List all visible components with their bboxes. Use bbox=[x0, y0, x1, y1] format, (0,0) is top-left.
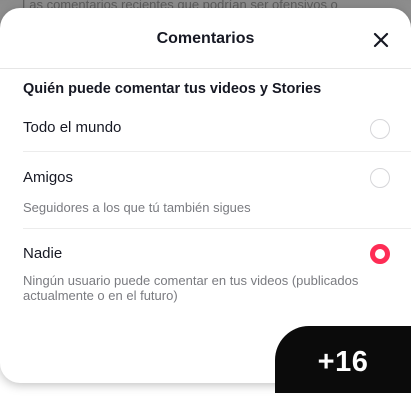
option-label: Amigos bbox=[23, 169, 74, 186]
sheet-header: Comentarios bbox=[0, 8, 411, 69]
radio-button[interactable] bbox=[370, 119, 390, 139]
option-nobody[interactable]: Nadie Ningún usuario puede comentar en t… bbox=[23, 242, 393, 312]
option-label: Nadie bbox=[23, 245, 63, 262]
option-friends[interactable]: Amigos Seguidores a los que tú también s… bbox=[23, 166, 393, 222]
sheet-title: Comentarios bbox=[156, 30, 255, 47]
section-heading: Quién puede comentar tus videos y Storie… bbox=[23, 81, 322, 97]
close-button[interactable] bbox=[369, 28, 393, 52]
option-everyone[interactable]: Todo el mundo bbox=[23, 116, 393, 150]
option-description: Ningún usuario puede comentar en tus vid… bbox=[23, 273, 359, 303]
option-description: Seguidores a los que tú también sigues bbox=[23, 200, 251, 215]
close-icon bbox=[373, 32, 389, 48]
divider bbox=[23, 228, 411, 229]
divider bbox=[23, 151, 411, 152]
radio-button[interactable] bbox=[370, 168, 390, 188]
radio-button-selected[interactable] bbox=[370, 244, 390, 264]
age-rating-badge: +16 bbox=[275, 326, 411, 393]
option-label: Todo el mundo bbox=[23, 119, 122, 136]
